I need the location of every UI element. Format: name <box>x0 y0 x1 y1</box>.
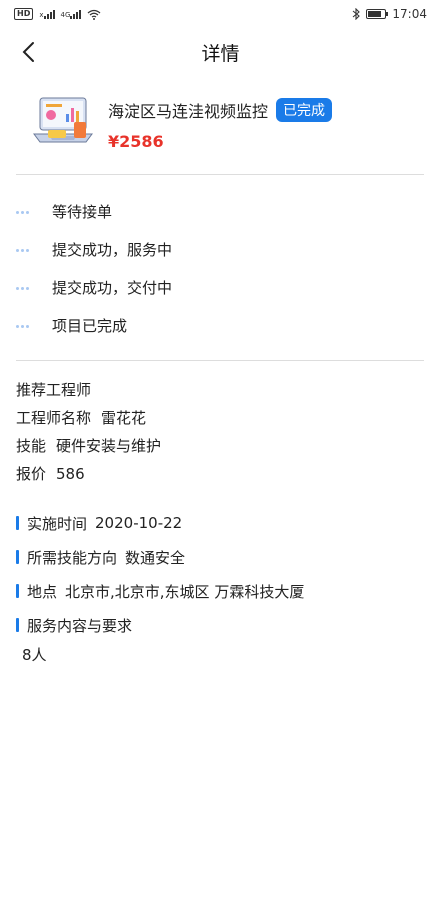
project-title-line: 海淀区马连洼视频监控 已完成 <box>108 98 333 122</box>
status-right: 17:04 <box>352 7 427 21</box>
info-skill-value: 数通安全 <box>125 548 186 567</box>
info-address-row: 地点 北京市,北京市,东城区 万霖科技大厦 <box>16 574 424 608</box>
engineer-name-value: 雷花花 <box>101 409 147 427</box>
chevron-left-icon <box>22 42 34 62</box>
step-label: 项目已完成 <box>52 316 128 335</box>
info-address-value: 北京市,北京市,东城区 万霖科技大厦 <box>65 582 305 601</box>
dots-icon <box>16 285 52 290</box>
network-4g-label: 4G <box>60 11 71 19</box>
laptop-dashboard-illustration <box>33 97 93 143</box>
back-button[interactable] <box>14 38 42 66</box>
progress-steps: 等待接单 提交成功，服务中 提交成功，交付中 项目已完成 <box>16 192 424 344</box>
divider <box>16 174 424 175</box>
info-skill-row: 所需技能方向 数通安全 <box>16 540 424 574</box>
section-marker <box>16 550 19 564</box>
info-service-value: 8人 <box>22 646 47 664</box>
project-info-section: 实施时间 2020-10-22 所需技能方向 数通安全 地点 北京市,北京市,东… <box>16 506 424 665</box>
info-service-row: 服务内容与要求 <box>16 608 424 642</box>
step-label: 提交成功，服务中 <box>52 240 173 259</box>
section-marker <box>16 516 19 530</box>
info-date-row: 实施时间 2020-10-22 <box>16 506 424 540</box>
wifi-icon <box>87 9 101 20</box>
step-label: 等待接单 <box>52 202 113 221</box>
battery-icon <box>366 9 389 19</box>
engineer-quote-value: 586 <box>56 465 85 483</box>
section-marker <box>16 584 19 598</box>
signal-icon: x <box>39 9 55 19</box>
step-label: 提交成功，交付中 <box>52 278 173 297</box>
project-title: 海淀区马连洼视频监控 <box>108 102 269 121</box>
status-badge: 已完成 <box>276 98 333 122</box>
project-header-text: 海淀区马连洼视频监控 已完成 ¥2586 <box>108 92 333 162</box>
dots-icon <box>16 209 52 214</box>
step-item: 项目已完成 <box>16 306 424 344</box>
dots-icon <box>16 323 52 328</box>
engineer-name-label: 工程师名称 <box>16 409 92 427</box>
nav-bar: 详情 <box>0 28 441 76</box>
info-service-label: 服务内容与要求 <box>27 616 133 635</box>
divider <box>16 360 424 361</box>
dots-icon <box>16 247 52 252</box>
info-date-label: 实施时间 <box>27 514 88 533</box>
engineer-skill-label: 技能 <box>16 437 47 455</box>
status-left: HD x 4G <box>14 8 101 20</box>
signal-4g-icon: 4G <box>61 9 82 19</box>
engineer-quote-row: 报价 586 <box>16 460 424 488</box>
status-time: 17:04 <box>392 7 427 21</box>
engineer-heading: 推荐工程师 <box>16 381 92 399</box>
engineer-skill-value: 硬件安装与维护 <box>56 437 162 455</box>
hd-icon: HD <box>14 8 34 20</box>
page-title: 详情 <box>201 42 240 65</box>
engineer-section: 推荐工程师 工程师名称 雷花花 技能 硬件安装与维护 报价 586 <box>16 376 424 488</box>
info-date-value: 2020-10-22 <box>95 514 183 532</box>
info-skill-label: 所需技能方向 <box>27 548 118 567</box>
engineer-name-row: 工程师名称 雷花花 <box>16 404 424 432</box>
bluetooth-icon <box>353 8 361 20</box>
engineer-skill-row: 技能 硬件安装与维护 <box>16 432 424 460</box>
info-address-label: 地点 <box>27 582 58 601</box>
step-item: 提交成功，交付中 <box>16 268 424 306</box>
section-marker <box>16 618 19 632</box>
step-item: 提交成功，服务中 <box>16 230 424 268</box>
project-header: 海淀区马连洼视频监控 已完成 ¥2586 <box>32 92 432 162</box>
project-price: ¥2586 <box>108 132 164 151</box>
engineer-quote-label: 报价 <box>16 465 47 483</box>
step-item: 等待接单 <box>16 192 424 230</box>
status-bar: HD x 4G 17:04 <box>0 0 441 28</box>
